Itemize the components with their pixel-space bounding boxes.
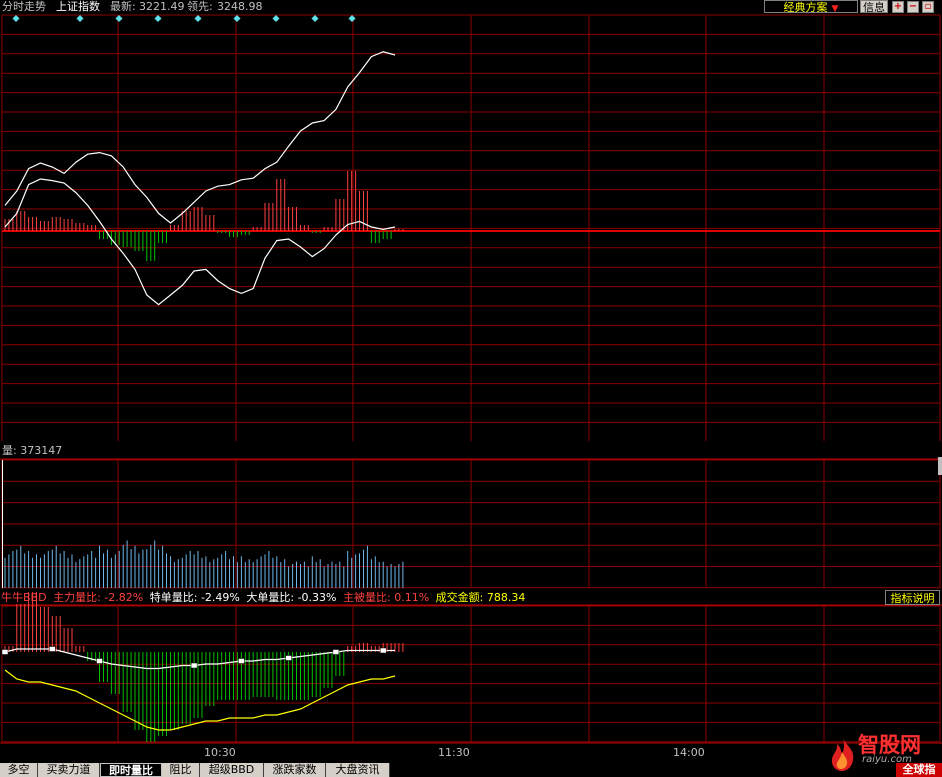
indicator-help-button[interactable]: 指标说明: [885, 590, 940, 605]
scheme-selector[interactable]: 经典方案 ▼: [764, 0, 858, 14]
amount-label: 成交金额:: [435, 591, 484, 604]
main-ratio-label: 主力量比:: [53, 591, 101, 604]
big-ratio-label: 大单量比:: [246, 591, 295, 604]
big-ratio-value: -0.33%: [297, 591, 337, 604]
indicator-tabs: 多空 买卖力道 即时量比 阻比 超级BBD 涨跌家数 大盘资讯: [0, 763, 942, 777]
volume-label: 量:: [2, 444, 17, 457]
signal-diamond: [76, 14, 84, 23]
bbd-marker: [96, 658, 103, 664]
lead-label: 领先:: [187, 0, 213, 13]
index-name: 上证指数: [56, 0, 100, 13]
signal-diamond: [311, 14, 319, 23]
bbd-marker: [238, 658, 245, 664]
intraday-chart[interactable]: [0, 0, 942, 777]
special-ratio-value: -2.49%: [200, 591, 240, 604]
signal-diamond: [233, 14, 241, 23]
bbd-marker: [332, 649, 340, 655]
bbd-label-group: 牛牛BBD 主力量比: -2.82% 特单量比: -2.49% 大单量比: -0…: [1, 591, 525, 604]
active-ratio-label: 主被量比:: [343, 591, 391, 604]
chart-header: 分时走势 上证指数 最新: 3221.49 领先: 3248.98 经典方案 ▼ …: [0, 0, 942, 14]
volume-label-group: 量: 373147: [2, 444, 62, 457]
amount-value: 788.34: [486, 591, 526, 604]
latest-label: 最新:: [110, 0, 136, 13]
bbd-cumulative-line: [4, 669, 396, 731]
signal-diamond: [272, 14, 280, 23]
tab-6[interactable]: 大盘资讯: [326, 763, 390, 777]
pane-resize-handle: [938, 457, 942, 475]
bbd-marker: [49, 646, 56, 652]
lead-value: 3248.98: [217, 0, 263, 13]
bbd-marker: [190, 662, 198, 669]
special-ratio-label: 特单量比:: [149, 591, 198, 604]
bbd-marker: [379, 647, 387, 654]
time-label-1030: 10:30: [204, 746, 236, 759]
view-title: 分时走势: [2, 0, 46, 13]
maximize-window-icon[interactable]: ▫: [922, 1, 934, 13]
minimize-window-icon[interactable]: −: [907, 1, 919, 13]
latest-value: 3221.49: [139, 0, 185, 13]
active-ratio-value: 0.11%: [394, 591, 430, 604]
tab-0[interactable]: 多空: [0, 763, 38, 777]
signal-diamond: [154, 14, 162, 23]
volume-value: 373147: [20, 444, 63, 457]
add-window-icon[interactable]: +: [892, 1, 904, 13]
signal-diamond: [348, 14, 356, 23]
tab-3[interactable]: 阻比: [162, 763, 200, 777]
bbd-marker: [1, 649, 9, 655]
bbd-name: 牛牛BBD: [1, 591, 47, 604]
tab-1[interactable]: 买卖力道: [38, 763, 100, 777]
info-button[interactable]: 信息: [860, 0, 888, 14]
chevron-down-icon: ▼: [831, 4, 839, 14]
tab-2[interactable]: 即时量比: [100, 763, 162, 777]
scheme-label: 经典方案: [783, 1, 828, 14]
bbd-marker: [285, 655, 292, 661]
time-label-1130: 11:30: [438, 746, 470, 759]
tab-4[interactable]: 超级BBD: [200, 763, 264, 777]
signal-diamond: [115, 14, 123, 23]
index-average-line: [4, 178, 396, 306]
index-price-line: [4, 51, 396, 224]
time-label-1400: 14:00: [673, 746, 705, 759]
tab-5[interactable]: 涨跌家数: [264, 763, 326, 777]
signal-diamond: [12, 14, 20, 23]
signal-diamond: [194, 14, 202, 23]
main-ratio-value: -2.82%: [104, 591, 144, 604]
global-index-tag[interactable]: 全球指: [896, 763, 942, 777]
